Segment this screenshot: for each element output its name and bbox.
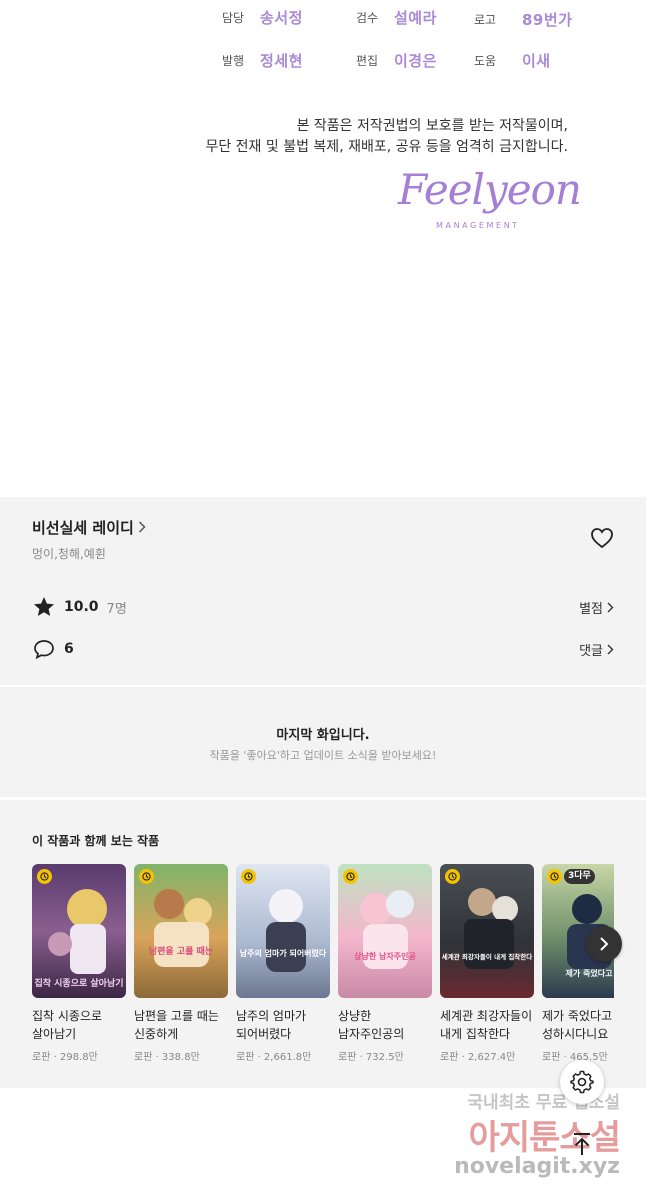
credit-name: 89번가 — [522, 11, 573, 29]
recommendations-section: 이 작품과 함께 보는 작품 집착 시종으로 살아남기 집착 시종으로 살아남기… — [0, 800, 646, 1088]
clock-icon — [139, 869, 154, 884]
card-meta: 로판 · 732.5만 — [338, 1052, 404, 1063]
comment-icon — [32, 637, 56, 661]
credit-reviewer: 검수 설예라 — [356, 7, 437, 28]
cover-title-text: 세계관 최강자들이 내게 집착한다 — [442, 952, 533, 961]
cover-image: 집착 시종으로 살아남기 — [32, 864, 126, 998]
cover-title-text: 집착 시종으로 살아남기 — [34, 977, 123, 989]
recommendation-card[interactable]: 제가 죽었다고 3다무 제가 죽었다고 성하시다니요 로판 · 465.5만 — [542, 864, 614, 1063]
recommendation-card[interactable]: 남편을 고를 때는 남편을 고를 때는 신중하게 로판 · 338.8만 — [134, 864, 228, 1063]
logo-script: Feelyeon — [398, 165, 582, 214]
cover-title-text: 제가 죽었다고 — [566, 968, 614, 978]
credit-manager: 담당 송서정 — [222, 7, 303, 28]
settings-button[interactable] — [560, 1060, 604, 1104]
publisher-logo: Feelyeon MANAGEMENT — [398, 165, 582, 235]
comment-row: 6 댓글 — [32, 637, 614, 661]
cover-image: 상냥한 남자주인공 — [338, 864, 432, 998]
cover-image: 남주의 엄마가 되어버렸다 — [236, 864, 330, 998]
credit-role: 발행 — [222, 54, 245, 68]
recommendation-card[interactable]: 세계관 최강자들이 내게 집착한다 세계관 최강자들이 내게 집착한다 로판 ·… — [440, 864, 534, 1063]
credit-logo: 로고 89번가 — [474, 9, 572, 30]
heart-icon[interactable] — [590, 527, 614, 549]
recommendation-carousel: 집착 시종으로 살아남기 집착 시종으로 살아남기 로판 · 298.8만 남편… — [32, 864, 614, 1074]
card-meta: 로판 · 2,661.8만 — [236, 1052, 312, 1063]
recommendation-card[interactable]: 남주의 엄마가 되어버렸다 남주의 엄마가 되어버렸다 로판 · 2,661.8… — [236, 864, 330, 1063]
clock-icon — [547, 869, 562, 884]
credit-publisher: 발행 정세현 — [222, 50, 303, 71]
recommendations-heading: 이 작품과 함께 보는 작품 — [32, 834, 160, 848]
cover-title-text: 남주의 엄마가 되어버렸다 — [240, 948, 327, 958]
watermark: 국내최초 무료 웹소설 아지툰소설 novelagit.xyz — [420, 1088, 646, 1198]
cover-title-text: 상냥한 남자주인공 — [354, 951, 416, 961]
credit-role: 도움 — [474, 54, 497, 68]
comment-link-label: 댓글 — [579, 643, 603, 659]
arrow-up-icon — [574, 1133, 590, 1155]
last-episode-subtitle: 작품을 '좋아요'하고 업데이트 소식을 받아보세요! — [209, 749, 437, 762]
work-info-panel: 비선실세 레이디 멍이,청해,예휜 10.0 7명 별점 6 댓글 — [0, 497, 646, 685]
rating-value: 10.0 — [64, 599, 99, 615]
rating-count: 7명 — [106, 601, 127, 617]
card-title: 세계관 최강자들이 내게 집착한다 — [440, 1009, 533, 1041]
credit-role: 검수 — [356, 11, 379, 25]
card-meta: 로판 · 298.8만 — [32, 1052, 98, 1063]
credit-role: 담당 — [222, 11, 245, 25]
clock-icon — [445, 869, 460, 884]
work-title-link[interactable]: 비선실세 레이디 — [32, 517, 146, 538]
notice-line: 본 작품은 저작권법의 보호를 받는 저작물이며, — [296, 118, 568, 134]
credit-helper: 도움 이새 — [474, 50, 551, 71]
credit-role: 편집 — [356, 54, 379, 68]
recommendation-card[interactable]: 상냥한 남자주인공 상냥한 남자주인공의 가면을 벗... 로판 · 732.5… — [338, 864, 432, 1063]
last-episode-panel: 마지막 화입니다. 작품을 '좋아요'하고 업데이트 소식을 받아보세요! — [0, 687, 646, 797]
work-authors: 멍이,청해,예휜 — [32, 547, 106, 561]
chevron-right-icon — [138, 519, 146, 537]
card-title: 상냥한 남자주인공의 가면을 벗... — [338, 1009, 405, 1041]
star-icon — [32, 595, 56, 619]
rating-link[interactable]: 별점 — [579, 598, 614, 617]
card-title: 집착 시종으로 살아남기 — [32, 1009, 103, 1041]
card-meta: 로판 · 338.8만 — [134, 1052, 200, 1063]
cover-image: 세계관 최강자들이 내게 집착한다 — [440, 864, 534, 998]
comment-link[interactable]: 댓글 — [579, 640, 614, 659]
credit-name: 이새 — [522, 52, 551, 70]
card-meta: 로판 · 2,627.4만 — [440, 1052, 516, 1063]
recommendation-card[interactable]: 집착 시종으로 살아남기 집착 시종으로 살아남기 로판 · 298.8만 — [32, 864, 126, 1063]
credit-editor: 편집 이경은 — [356, 50, 437, 71]
rating-row: 10.0 7명 별점 — [32, 595, 614, 619]
cover-image: 남편을 고를 때는 — [134, 864, 228, 998]
clock-icon — [241, 869, 256, 884]
comment-count: 6 — [64, 641, 74, 657]
credit-name: 설예라 — [394, 9, 437, 27]
credit-name: 정세현 — [260, 52, 303, 70]
cover-title-text: 남편을 고를 때는 — [149, 945, 213, 957]
clock-icon — [37, 869, 52, 884]
credit-name: 송서정 — [260, 9, 303, 27]
logo-sub: MANAGEMENT — [436, 221, 520, 230]
last-episode-title: 마지막 화입니다. — [276, 728, 370, 743]
credit-name: 이경은 — [394, 52, 437, 70]
chevron-right-icon — [607, 644, 614, 654]
credit-role: 로고 — [474, 13, 497, 27]
cover-badge: 3다무 — [564, 869, 595, 884]
rating-link-label: 별점 — [579, 601, 603, 617]
work-title: 비선실세 레이디 — [32, 519, 134, 537]
card-title: 남주의 엄마가 되어버렸다 — [236, 1009, 307, 1041]
clock-icon — [343, 869, 358, 884]
card-title: 남편을 고를 때는 신중하게 — [134, 1009, 219, 1041]
scroll-top-button[interactable] — [564, 1126, 600, 1162]
credits-page: 담당 송서정 검수 설예라 로고 89번가 발행 정세현 편집 이경은 도움 이… — [0, 0, 646, 497]
card-title: 제가 죽었다고 성하시다니요 — [542, 1009, 613, 1041]
carousel-next-button[interactable] — [586, 926, 622, 962]
copyright-notice: 본 작품은 저작권법의 보호를 받는 저작물이며, 무단 전재 및 불법 복제,… — [205, 116, 568, 158]
notice-line: 무단 전재 및 불법 복제, 재배포, 공유 등을 엄격히 금지합니다. — [205, 139, 568, 155]
chevron-right-icon — [607, 602, 614, 612]
chevron-right-icon — [600, 937, 609, 951]
gear-icon — [570, 1070, 594, 1094]
